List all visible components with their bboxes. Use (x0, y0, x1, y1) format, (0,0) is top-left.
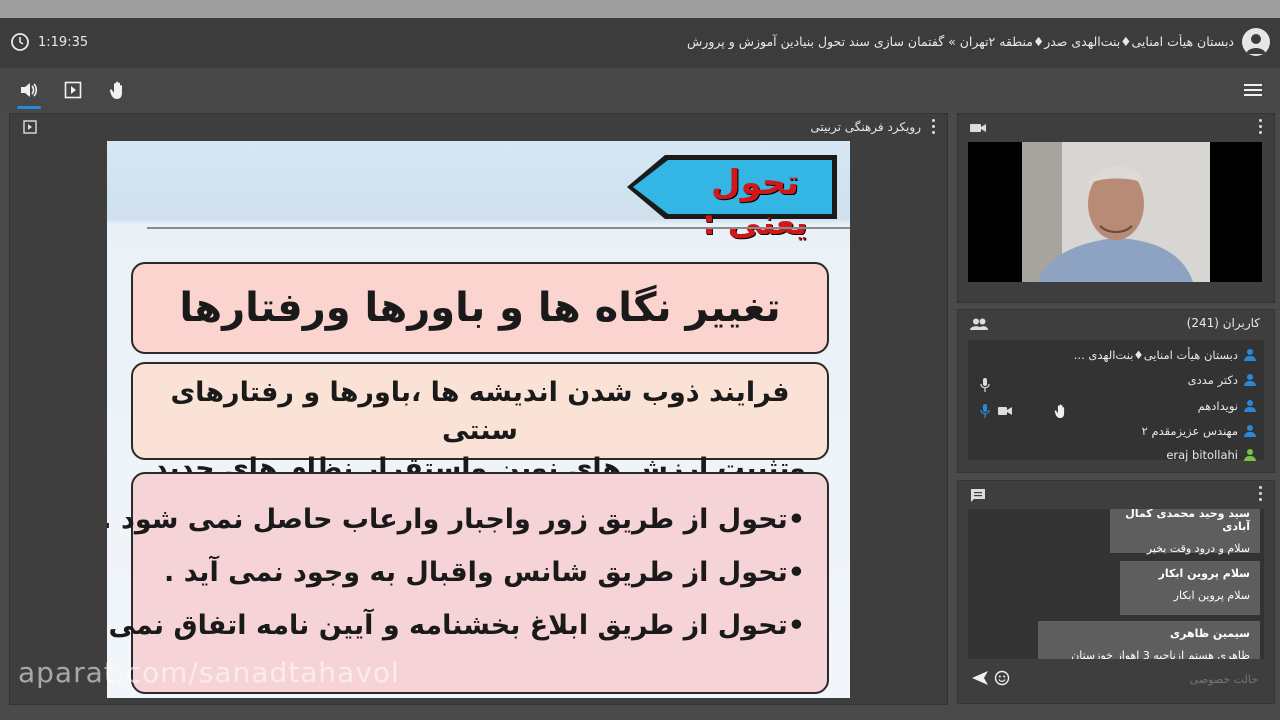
user-row[interactable]: نویدادهم (1198, 395, 1256, 417)
share-pod-title: رویکرد فرهنگی تربیتی (810, 120, 921, 134)
user-icon (1244, 349, 1256, 361)
speaker-video (1022, 142, 1210, 282)
microphone-icon (980, 404, 990, 418)
user-row[interactable]: دبستان هیأت امنایی♦بنت‌الهدی ... (1074, 344, 1256, 366)
chat-text: ظاهری هستم ازناحیه 3 اهواز خوزستان (1071, 649, 1250, 659)
video-pod (957, 113, 1275, 303)
chat-sender: سیمین ظاهری (1170, 627, 1250, 640)
meeting-title: دبستان هیأت امنایی♦بنت‌الهدی صدر♦منطقه ۲… (687, 34, 1234, 49)
chat-sender: سلام پروین ابکار (1158, 567, 1251, 580)
screen-share-icon[interactable] (61, 78, 85, 102)
chat-messages: سید وحید محمدی کمال آبادی سلام و درود وق… (968, 509, 1264, 659)
user-name: eraj bitollahi (1166, 448, 1238, 462)
bullet-item: •تحول از طریق زور واجبار وارعاب حاصل نمی… (107, 504, 805, 535)
raise-hand-icon[interactable] (106, 78, 130, 102)
bullet-item: •تحول از طریق ابلاغ بخشنامه و آیین نامه … (107, 610, 805, 641)
slide-box-definition: تغییر نگاه ها و باورها ورفتارها (131, 262, 829, 354)
watermark: aparat.com/sanadtahavol (18, 656, 400, 689)
raise-hand-icon (1054, 404, 1065, 418)
chat-input[interactable] (1018, 667, 1260, 691)
chat-text: سلام پروین ابکار (1173, 589, 1250, 602)
share-pod-header: رویکرد فرهنگی تربیتی (10, 114, 947, 140)
slide-box-process: فرایند ذوب شدن اندیشه ها ،باورها و رفتار… (131, 362, 829, 484)
microphone-icon (980, 378, 990, 392)
chat-text: سلام و درود وقت بخیر (1146, 542, 1250, 555)
share-pod-menu-icon[interactable] (932, 119, 936, 135)
users-pod-title: کاربران (241) (1186, 316, 1260, 330)
users-icon (970, 318, 988, 330)
user-row[interactable]: مهندس عزیزمقدم ۲ (1142, 420, 1256, 442)
camera-icon (998, 407, 1012, 415)
chat-input-row (968, 665, 1264, 691)
user-icon (1244, 425, 1256, 437)
emoji-icon[interactable] (994, 670, 1010, 686)
user-icon (1244, 449, 1256, 461)
chat-message: سیمین ظاهری ظاهری هستم ازناحیه 3 اهواز خ… (1038, 621, 1260, 659)
header-bar: 1:19:35 دبستان هیأت امنایی♦بنت‌الهدی صدر… (0, 18, 1280, 69)
chat-message: سید وحید محمدی کمال آبادی سلام و درود وق… (1110, 509, 1260, 555)
camera-icon (970, 124, 986, 132)
user-row[interactable]: دکتر مددی (1188, 369, 1256, 391)
chat-pod-menu-icon[interactable] (1259, 486, 1263, 502)
hamburger-menu-icon[interactable] (1241, 78, 1265, 102)
user-icon (1244, 374, 1256, 386)
slide-divider (147, 227, 850, 229)
share-pod-icon (23, 120, 37, 134)
chat-icon (971, 489, 985, 502)
active-indicator (17, 106, 41, 109)
toolbar (0, 68, 1280, 112)
video-feed (968, 142, 1262, 282)
users-pod: کاربران (241) دبستان هیأت امنایی♦بنت‌اله… (957, 309, 1275, 473)
session-timer: 1:19:35 (10, 32, 88, 52)
timer-text: 1:19:35 (38, 34, 89, 50)
user-avatar-icon[interactable] (1242, 28, 1270, 56)
user-icon (1244, 400, 1256, 412)
users-list: دبستان هیأت امنایی♦بنت‌الهدی ... دکتر مد… (968, 340, 1264, 462)
user-name: دبستان هیأت امنایی♦بنت‌الهدی ... (1073, 348, 1238, 362)
user-name: نویدادهم (1197, 399, 1238, 413)
speaker-icon[interactable] (17, 78, 41, 102)
chat-message: سلام پروین ابکار سلام پروین ابکار (1120, 561, 1260, 615)
slide-tag-text: تحول یعنی : (702, 163, 808, 243)
send-icon[interactable] (972, 671, 988, 685)
chat-sender: سید وحید محمدی کمال آبادی (1125, 509, 1250, 533)
top-strip (0, 0, 1280, 18)
user-name: مهندس عزیزمقدم ۲ (1141, 424, 1238, 438)
video-pod-menu-icon[interactable] (1259, 119, 1263, 135)
user-row[interactable]: eraj bitollahi (1166, 444, 1256, 466)
presentation-slide: تحول یعنی : تغییر نگاه ها و باورها ورفتا… (107, 141, 850, 698)
user-name: دکتر مددی (1187, 373, 1238, 387)
bullet-item: •تحول از طریق شانس واقبال به وجود نمی آی… (164, 557, 805, 588)
clock-icon (11, 33, 29, 51)
process-line-1: فرایند ذوب شدن اندیشه ها ،باورها و رفتار… (170, 377, 790, 446)
chat-pod: سید وحید محمدی کمال آبادی سلام و درود وق… (957, 480, 1275, 704)
